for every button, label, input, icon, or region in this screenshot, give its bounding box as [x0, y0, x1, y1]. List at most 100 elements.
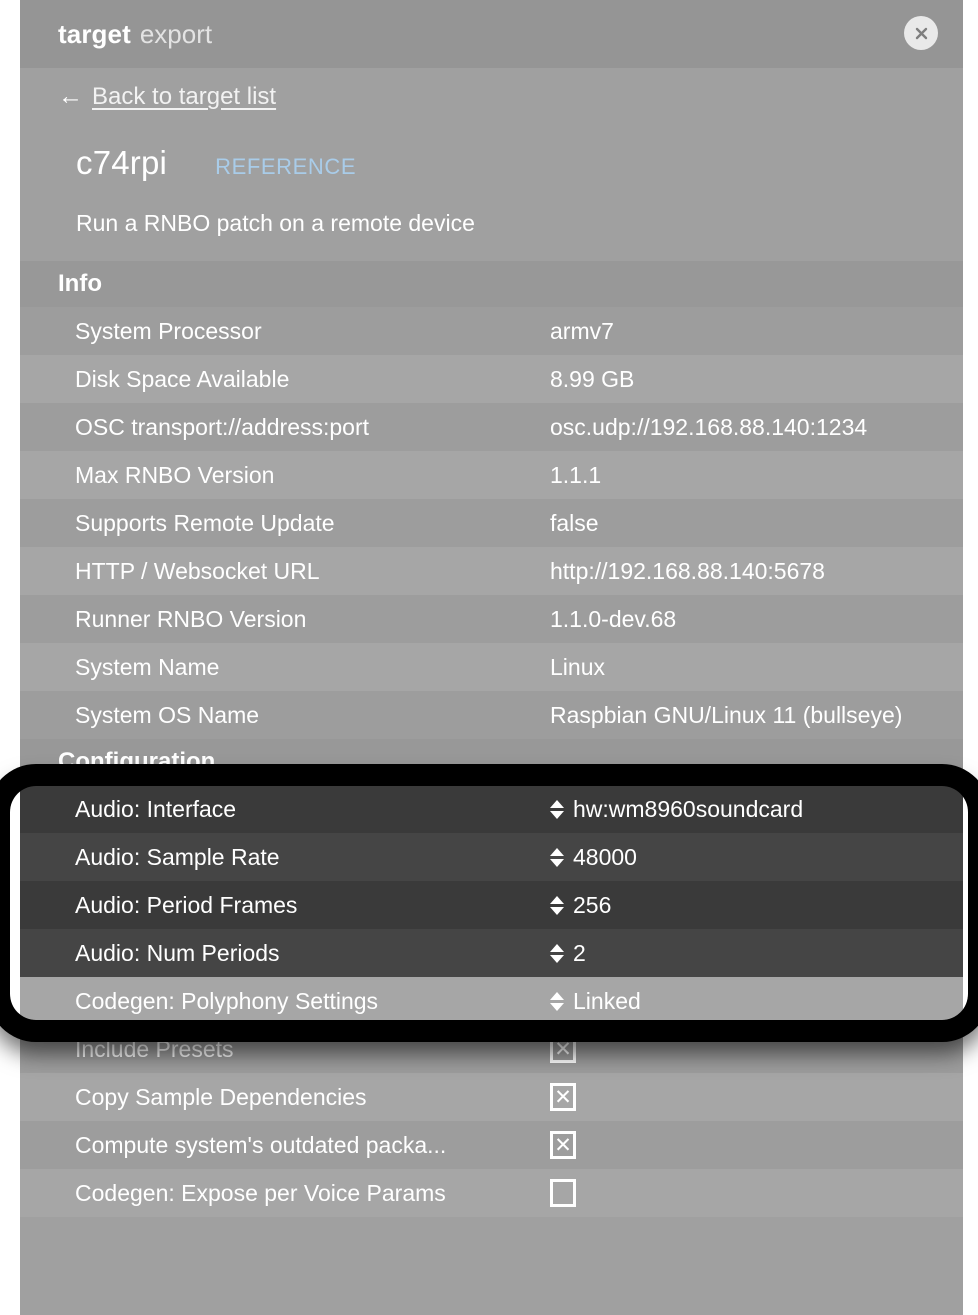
- row-value-text: 1.1.0-dev.68: [550, 605, 677, 632]
- settings-row: System OS Name Raspbian GNU/Linux 11 (bul…: [20, 691, 963, 739]
- row-label: OSC transport://address:port: [75, 413, 370, 440]
- row-label: Include Presets: [75, 1035, 234, 1062]
- row-value: Linux: [550, 654, 605, 681]
- row-label: System OS Name: [75, 701, 260, 728]
- row-value: Linked: [550, 988, 641, 1015]
- row-value-text: Linux: [550, 653, 605, 680]
- settings-row: Supports Remote Update false: [20, 499, 963, 547]
- settings-row[interactable]: Include Presets ✕: [20, 1025, 963, 1073]
- sections-container: Info System Processor armv7 Disk Space Avai…: [20, 261, 963, 1217]
- stepper-icon[interactable]: [550, 991, 564, 1011]
- settings-row: Disk Space Available 8.99 GB: [20, 355, 963, 403]
- row-label: Audio: Num Periods: [75, 939, 280, 966]
- section-header-label: Info: [58, 270, 102, 297]
- row-value: 1.1.1: [550, 462, 601, 489]
- settings-row[interactable]: Audio: Num Periods 2: [20, 929, 963, 977]
- check-mark-icon: ✕: [554, 1085, 572, 1109]
- row-label: Codegen: Expose per Voice Params: [75, 1179, 446, 1206]
- row-value: armv7: [550, 318, 614, 345]
- settings-row[interactable]: Audio: Interface hw:wm8960soundcard: [20, 785, 963, 833]
- row-label: Max RNBO Version: [75, 461, 275, 488]
- row-label: Copy Sample Dependencies: [75, 1083, 367, 1110]
- settings-row: HTTP / Websocket URL http://192.168.88.14…: [20, 547, 963, 595]
- settings-row[interactable]: Codegen: Polyphony Settings Linked: [20, 977, 963, 1025]
- row-label: HTTP / Websocket URL: [75, 557, 320, 584]
- window-title-light: export: [139, 18, 213, 49]
- settings-row[interactable]: Codegen: Expose per Voice Params: [20, 1169, 963, 1217]
- row-value-text: Raspbian GNU/Linux 11 (bullseye): [550, 701, 903, 728]
- titlebar: target export: [20, 0, 963, 68]
- header-zone: ← Back to target list c74rpi REFERENCE R…: [20, 68, 963, 261]
- row-value: 2: [550, 940, 586, 967]
- settings-row: System Name Linux: [20, 643, 963, 691]
- back-link-label: Back to target list: [92, 83, 277, 110]
- close-button[interactable]: [904, 16, 938, 50]
- row-value-text: Linked: [573, 987, 641, 1014]
- row-value-text: osc.udp://192.168.88.140:1234: [550, 413, 868, 440]
- row-label: System Name: [75, 653, 220, 680]
- device-name: c74rpi: [76, 144, 168, 181]
- row-label: Audio: Period Frames: [75, 891, 298, 918]
- device-reference-badge: REFERENCE: [215, 154, 357, 179]
- checkbox[interactable]: ✕: [550, 1083, 576, 1111]
- row-value-text: 8.99 GB: [550, 365, 635, 392]
- row-value: 1.1.0-dev.68: [550, 606, 676, 633]
- section-header-info: Info: [20, 261, 963, 307]
- row-label: Codegen: Polyphony Settings: [75, 987, 379, 1014]
- row-value-text: http://192.168.88.140:5678: [550, 557, 825, 584]
- close-icon: [913, 25, 930, 42]
- row-value: hw:wm8960soundcard: [550, 796, 803, 823]
- check-mark-icon: ✕: [554, 1133, 572, 1157]
- check-mark-icon: ✕: [554, 1037, 572, 1061]
- row-value: false: [550, 510, 599, 537]
- settings-row: OSC transport://address:port osc.udp://19…: [20, 403, 963, 451]
- arrow-left-icon: ←: [58, 81, 83, 110]
- row-value: ✕: [550, 1083, 576, 1111]
- checkbox[interactable]: [550, 1179, 576, 1207]
- row-value: Raspbian GNU/Linux 11 (bullseye): [550, 702, 902, 729]
- panel: target export ← Back to target list c74r…: [20, 0, 963, 1315]
- row-value-text: false: [550, 509, 599, 536]
- target-export-window: target export ← Back to target list c74r…: [0, 0, 978, 1315]
- row-value: 48000: [550, 844, 637, 871]
- device-title-row: c74rpi REFERENCE: [58, 122, 963, 182]
- row-value-text: 2: [573, 939, 586, 966]
- row-label: System Processor: [75, 317, 262, 344]
- row-value: http://192.168.88.140:5678: [550, 558, 825, 585]
- stepper-icon[interactable]: [550, 895, 564, 915]
- row-label: Supports Remote Update: [75, 509, 335, 536]
- settings-row[interactable]: Compute system's outdated packa... ✕: [20, 1121, 963, 1169]
- settings-row: System Processor armv7: [20, 307, 963, 355]
- row-label: Compute system's outdated packa...: [75, 1131, 447, 1158]
- window-title-strong: target: [58, 18, 131, 49]
- section-header-label: Configuration: [58, 748, 216, 775]
- back-to-target-list[interactable]: ← Back to target list: [58, 68, 963, 122]
- row-label: Audio: Interface: [75, 795, 237, 822]
- row-value: 256: [550, 892, 611, 919]
- section-header-configuration: Configuration: [20, 739, 963, 785]
- checkbox[interactable]: ✕: [550, 1131, 576, 1159]
- row-value-text: 256: [573, 891, 612, 918]
- settings-row[interactable]: Audio: Period Frames 256: [20, 881, 963, 929]
- row-value: ✕: [550, 1035, 576, 1063]
- checkbox[interactable]: ✕: [550, 1035, 576, 1063]
- row-value: 8.99 GB: [550, 366, 634, 393]
- stepper-icon[interactable]: [550, 847, 564, 867]
- row-value-text: armv7: [550, 317, 614, 344]
- row-value-text: 48000: [573, 843, 637, 870]
- settings-row[interactable]: Copy Sample Dependencies ✕: [20, 1073, 963, 1121]
- settings-row: Max RNBO Version 1.1.1: [20, 451, 963, 499]
- row-label: Disk Space Available: [75, 365, 290, 392]
- row-label: Runner RNBO Version: [75, 605, 307, 632]
- settings-row: Runner RNBO Version 1.1.0-dev.68: [20, 595, 963, 643]
- row-value-text: hw:wm8960soundcard: [573, 795, 804, 822]
- row-value: osc.udp://192.168.88.140:1234: [550, 414, 867, 441]
- settings-row[interactable]: Audio: Sample Rate 48000: [20, 833, 963, 881]
- stepper-icon[interactable]: [550, 943, 564, 963]
- row-value: ✕: [550, 1131, 576, 1159]
- row-value-text: 1.1.1: [550, 461, 602, 488]
- row-label: Audio: Sample Rate: [75, 843, 280, 870]
- device-description: Run a RNBO patch on a remote device: [76, 210, 475, 236]
- row-value: [550, 1179, 576, 1207]
- stepper-icon[interactable]: [550, 799, 564, 819]
